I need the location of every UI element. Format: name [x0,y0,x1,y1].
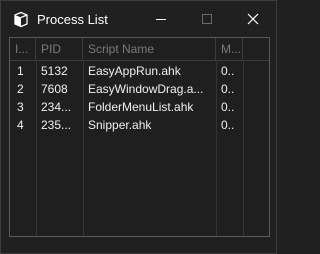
row-pid: 5132 [41,64,68,78]
row-index: 1 [17,64,24,78]
row-script-name: EasyAppRun.ahk [88,64,181,78]
maximize-button[interactable] [184,1,230,37]
title-bar[interactable]: Process List [1,1,276,37]
minimize-button[interactable] [138,1,184,37]
row-index: 4 [17,118,24,132]
close-button[interactable] [230,1,276,37]
process-list-window: Process List I... PID Script Name M... 1… [0,0,277,254]
column-header-index[interactable]: I... [10,38,36,60]
column-header-memory[interactable]: M... [216,38,243,60]
row-script-name: FolderMenuList.ahk [88,100,194,114]
table-row[interactable]: 3 234... FolderMenuList.ahk 0.. [10,98,269,116]
row-memory: 0.. [221,82,235,96]
column-header-filler [243,38,269,60]
process-listview[interactable]: I... PID Script Name M... 1 5132 EasyApp… [9,37,270,237]
row-script-name: Snipper.ahk [88,118,152,132]
list-rows: 1 5132 EasyAppRun.ahk 0.. 2 7608 EasyWin… [10,62,269,134]
column-header-script-name[interactable]: Script Name [83,38,216,60]
row-pid: 234... [41,100,72,114]
list-header: I... PID Script Name M... [10,38,269,61]
row-memory: 0.. [221,100,235,114]
table-row[interactable]: 1 5132 EasyAppRun.ahk 0.. [10,62,269,80]
window-title: Process List [37,12,108,27]
row-pid: 7608 [41,82,68,96]
row-index: 3 [17,100,24,114]
minimize-icon [156,19,166,20]
row-memory: 0.. [221,64,235,78]
row-script-name: EasyWindowDrag.a... [88,82,204,96]
row-memory: 0.. [221,118,235,132]
app-cube-icon [12,11,29,28]
row-index: 2 [17,82,24,96]
row-pid: 235... [41,118,72,132]
column-header-pid[interactable]: PID [36,38,83,60]
close-icon [247,13,259,25]
table-row[interactable]: 4 235... Snipper.ahk 0.. [10,116,269,134]
maximize-icon [202,14,212,24]
table-row[interactable]: 2 7608 EasyWindowDrag.a... 0.. [10,80,269,98]
